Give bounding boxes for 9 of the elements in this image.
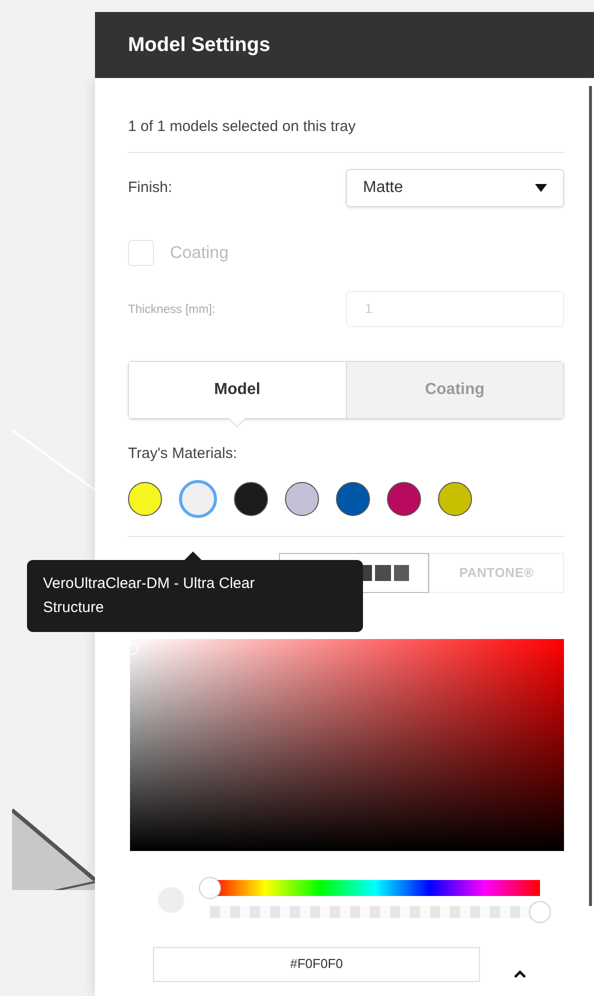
- panel-title: Model Settings: [128, 33, 270, 58]
- thickness-label: Thickness [mm]:: [128, 301, 216, 318]
- selection-summary: 1 of 1 models selected on this tray: [128, 117, 357, 137]
- coating-label: Coating: [170, 242, 229, 264]
- tooltip-text: VeroUltraClear-DM - Ultra Clear Structure: [43, 574, 256, 618]
- hex-field[interactable]: #F0F0F0: [153, 946, 480, 982]
- finish-dropdown[interactable]: Matte: [346, 169, 564, 207]
- materials-label: Tray's Materials:: [128, 444, 238, 464]
- finish-label: Finish:: [128, 178, 172, 198]
